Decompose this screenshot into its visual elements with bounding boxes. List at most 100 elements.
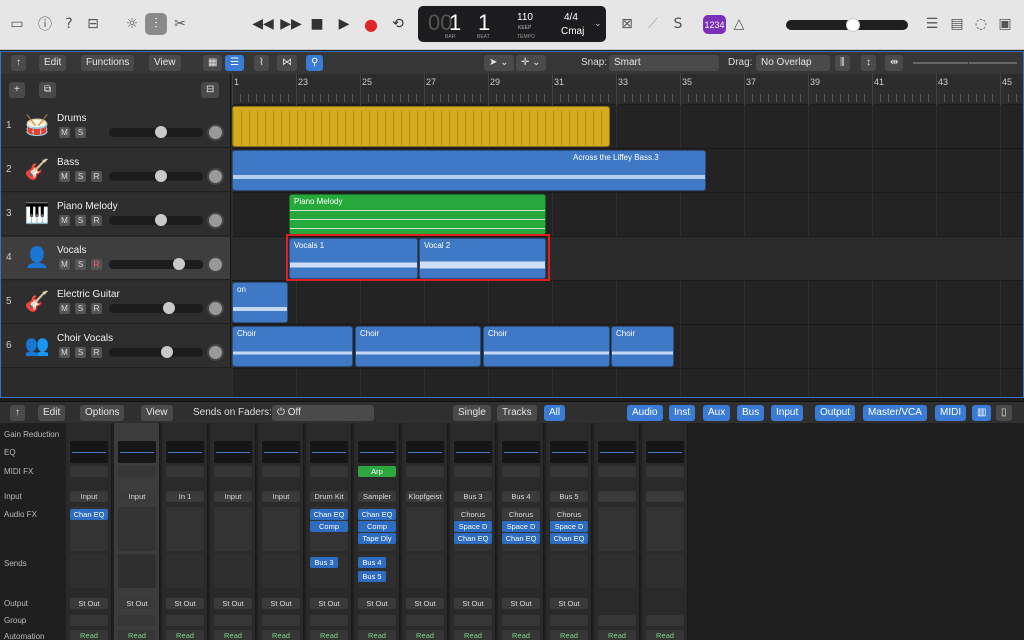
audio-fx-slot[interactable]: Chan EQ [358, 509, 396, 520]
audio-fx-slot[interactable]: Chorus [502, 509, 540, 520]
track-lane[interactable] [232, 281, 1023, 325]
audio-fx-slot[interactable]: Chan EQ [70, 509, 108, 520]
input-slot[interactable]: Input [70, 491, 108, 502]
solo-button[interactable]: S [75, 215, 86, 226]
automation-mode[interactable]: Read [598, 630, 636, 640]
stop-icon[interactable]: ■ [306, 13, 328, 35]
record-enable-button[interactable]: R [91, 347, 102, 358]
group-slot[interactable] [262, 615, 300, 626]
type-filter-input[interactable]: Input [771, 405, 804, 421]
split-pane-icon[interactable]: ▯ [996, 405, 1012, 421]
track-volume-slider[interactable] [109, 170, 203, 182]
group-slot[interactable] [598, 615, 636, 626]
notepad-icon[interactable]: ▤ [948, 15, 966, 33]
record-icon[interactable]: ● [360, 13, 382, 35]
type-filter-audio[interactable]: Audio [627, 405, 663, 421]
audio-fx-slot[interactable]: Space D [454, 521, 492, 532]
mute-button[interactable]: M [59, 303, 70, 314]
audio-fx-slot[interactable]: Chorus [550, 509, 588, 520]
channel-strip[interactable]: Input Chan EQ St Out Read [66, 423, 112, 640]
group-slot[interactable] [358, 615, 396, 626]
type-filter-aux[interactable]: Aux [703, 405, 731, 421]
type-filter-bus[interactable]: Bus [737, 405, 765, 421]
automation-mode[interactable]: Read [214, 630, 252, 640]
rewind-icon[interactable]: ◀◀ [252, 13, 274, 35]
output-slot[interactable]: St Out [214, 598, 252, 609]
output-slot[interactable]: St Out [358, 598, 396, 609]
track-name[interactable]: Choir Vocals [57, 333, 113, 344]
midi-fx-slot[interactable] [550, 466, 588, 477]
drums-region[interactable] [232, 106, 610, 147]
group-slot[interactable] [550, 615, 588, 626]
audio-fx-slot[interactable]: Space D [502, 521, 540, 532]
record-enable-button[interactable]: R [91, 215, 102, 226]
output-slot[interactable]: St Out [550, 598, 588, 609]
track-volume-knob[interactable] [161, 346, 173, 358]
group-slot[interactable] [406, 615, 444, 626]
send-slot[interactable]: Bus 4 [358, 557, 386, 568]
quick-help-icon[interactable]: ? [60, 15, 78, 33]
single-pane-icon[interactable]: ▥ [972, 405, 992, 421]
type-filter-mastervca[interactable]: Master/VCA [863, 405, 927, 421]
audio-fx-slot[interactable]: Chan EQ [454, 533, 492, 544]
channel-strip[interactable]: Input St Out Read [258, 423, 304, 640]
input-slot[interactable] [646, 491, 684, 502]
track-volume-knob[interactable] [155, 214, 167, 226]
group-slot[interactable] [166, 615, 204, 626]
mixer-view-menu[interactable]: View [141, 405, 173, 421]
browser-icon[interactable]: ▣ [996, 15, 1014, 33]
choir-region[interactable]: Choir [611, 326, 674, 367]
track-name[interactable]: Vocals [57, 245, 86, 256]
track-volume-slider[interactable] [109, 214, 203, 226]
channel-strip[interactable]: Read [594, 423, 640, 640]
input-slot[interactable]: Input [214, 491, 252, 502]
choir-region[interactable]: Choir [355, 326, 481, 367]
midi-fx-slot[interactable] [646, 466, 684, 477]
mute-button[interactable]: M [59, 171, 70, 182]
solo-button[interactable]: S [75, 259, 86, 270]
mixer-icon[interactable]: ⫶ [145, 13, 167, 35]
audio-fx-slot[interactable]: Chan EQ [310, 509, 348, 520]
vertical-zoom-icon[interactable]: ↕ [861, 55, 876, 71]
master-volume-knob[interactable] [846, 18, 860, 32]
solo-button[interactable]: S [75, 171, 86, 182]
type-filter-inst[interactable]: Inst [669, 405, 696, 421]
track-header[interactable]: 6 👥 Choir Vocals M S R [1, 325, 231, 368]
cycle-icon[interactable]: ⟲ [387, 13, 409, 35]
pan-knob[interactable] [207, 168, 224, 185]
automation-mode[interactable]: Read [502, 630, 540, 640]
track-volume-knob[interactable] [173, 258, 185, 270]
solo-button[interactable]: S [75, 127, 86, 138]
mixer-edit-menu[interactable]: Edit [38, 405, 66, 421]
filter-tracks[interactable]: Tracks [497, 405, 537, 421]
track-volume-knob[interactable] [155, 126, 167, 138]
tuner-icon[interactable]: ⟋ [644, 15, 662, 33]
snap-dropdown[interactable]: Smart [609, 55, 719, 71]
filter-all[interactable]: All [544, 405, 566, 421]
channel-strip[interactable]: Bus 5 Chorus Space D Chan EQ St Out Read [546, 423, 592, 640]
input-slot[interactable]: Input [118, 491, 156, 502]
audio-fx-slot[interactable]: Chan EQ [550, 533, 588, 544]
choir-region[interactable]: Choir [232, 326, 353, 367]
input-slot[interactable]: Bus 4 [502, 491, 540, 502]
grid-view-icon[interactable]: ▦ [203, 55, 223, 71]
track-header[interactable]: 2 🎸 Bass M S R [1, 149, 231, 192]
pan-knob[interactable] [207, 124, 224, 141]
track-volume-slider[interactable] [109, 346, 203, 358]
audio-fx-slot[interactable]: Space D [550, 521, 588, 532]
audio-fx-slot[interactable]: Chan EQ [502, 533, 540, 544]
output-slot[interactable]: St Out [502, 598, 540, 609]
automation-mode[interactable]: Read [454, 630, 492, 640]
solo-button[interactable]: S [75, 347, 86, 358]
audio-fx-slot[interactable]: Chorus [454, 509, 492, 520]
mute-button[interactable]: M [59, 347, 70, 358]
eq-thumbnail[interactable] [166, 441, 204, 463]
filter-single[interactable]: Single [453, 405, 491, 421]
track-header[interactable]: 5 🎸 Electric Guitar M S R [1, 281, 231, 324]
add-track-icon[interactable]: + [9, 82, 25, 98]
input-slot[interactable]: Bus 5 [550, 491, 588, 502]
mixer-options-menu[interactable]: Options [80, 405, 125, 421]
pan-knob[interactable] [207, 344, 224, 361]
play-icon[interactable]: ▶ [333, 13, 355, 35]
track-volume-slider[interactable] [109, 302, 203, 314]
